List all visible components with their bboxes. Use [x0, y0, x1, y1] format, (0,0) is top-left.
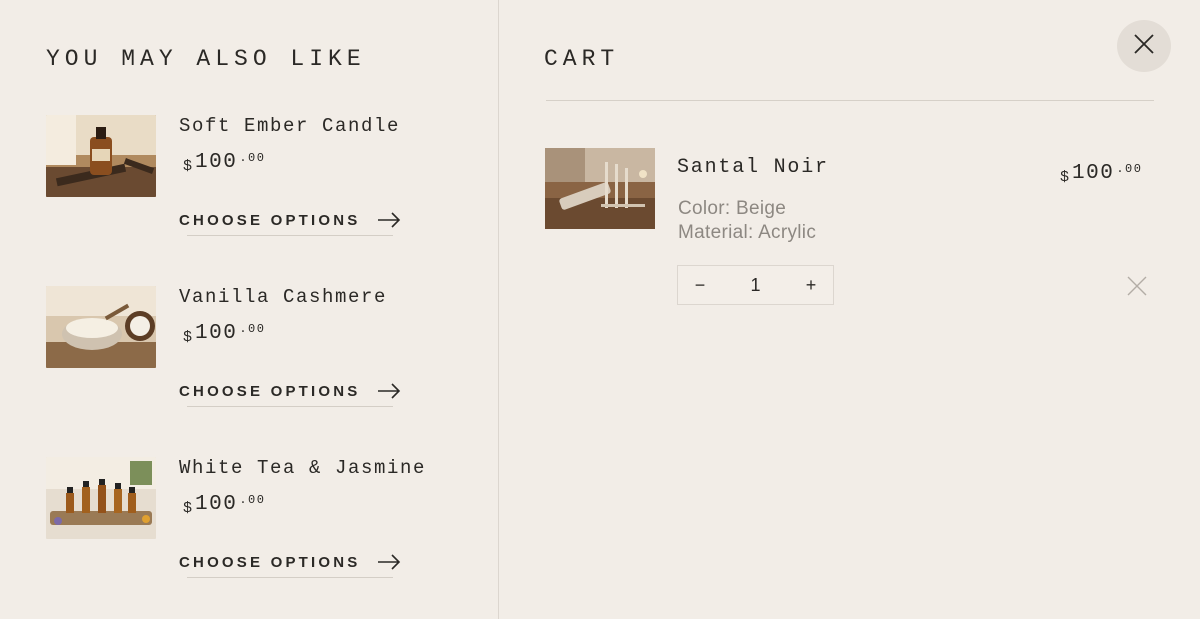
- recommendation-item: Vanilla Cashmere $ 100 .00 CHOOSE OPTION…: [46, 286, 466, 416]
- arrow-right-icon: [377, 554, 401, 575]
- product-image[interactable]: [46, 457, 156, 539]
- increase-quantity-button[interactable]: +: [803, 275, 819, 296]
- recommendations-panel: YOU MAY ALSO LIKE Soft Ember Candle $ 10…: [0, 0, 499, 619]
- product-name[interactable]: Vanilla Cashmere: [179, 286, 387, 308]
- divider: [187, 235, 393, 236]
- cart-divider: [546, 100, 1154, 101]
- product-price: $ 100 .00: [183, 493, 266, 517]
- close-icon: [1133, 33, 1155, 60]
- choose-options-button[interactable]: CHOOSE OPTIONS: [179, 545, 401, 579]
- cart-item-material: Material: Acrylic: [678, 222, 817, 243]
- cart-item-color: Color: Beige: [678, 198, 787, 219]
- product-image[interactable]: [46, 115, 156, 197]
- remove-icon: [1126, 276, 1148, 302]
- decrease-quantity-button[interactable]: −: [692, 275, 708, 296]
- product-price: $ 100 .00: [183, 322, 266, 346]
- quantity-value[interactable]: 1: [750, 275, 760, 296]
- quantity-stepper: − 1 +: [677, 265, 834, 305]
- cart-item-image[interactable]: [545, 148, 655, 229]
- arrow-right-icon: [377, 212, 401, 233]
- product-name[interactable]: White Tea & Jasmine: [179, 457, 426, 479]
- cart-title: CART: [544, 46, 620, 72]
- product-image[interactable]: [46, 286, 156, 368]
- choose-options-button[interactable]: CHOOSE OPTIONS: [179, 203, 401, 237]
- divider: [187, 577, 393, 578]
- recommendation-item: Soft Ember Candle $ 100 .00 CHOOSE OPTIO…: [46, 115, 466, 245]
- cart-panel: CART Santal Noir Color: Beige Material: …: [500, 0, 1200, 619]
- cart-item-name[interactable]: Santal Noir: [677, 156, 829, 179]
- recommendations-title: YOU MAY ALSO LIKE: [46, 46, 366, 72]
- arrow-right-icon: [377, 383, 401, 404]
- product-name[interactable]: Soft Ember Candle: [179, 115, 400, 137]
- close-button[interactable]: [1117, 20, 1171, 72]
- divider: [187, 406, 393, 407]
- recommendation-item: White Tea & Jasmine $ 100 .00 CHOOSE OPT…: [46, 457, 466, 587]
- remove-item-button[interactable]: [1126, 275, 1148, 297]
- product-price: $ 100 .00: [183, 151, 266, 175]
- choose-options-button[interactable]: CHOOSE OPTIONS: [179, 374, 401, 408]
- cart-item-price: $ 100 .00: [1060, 162, 1143, 186]
